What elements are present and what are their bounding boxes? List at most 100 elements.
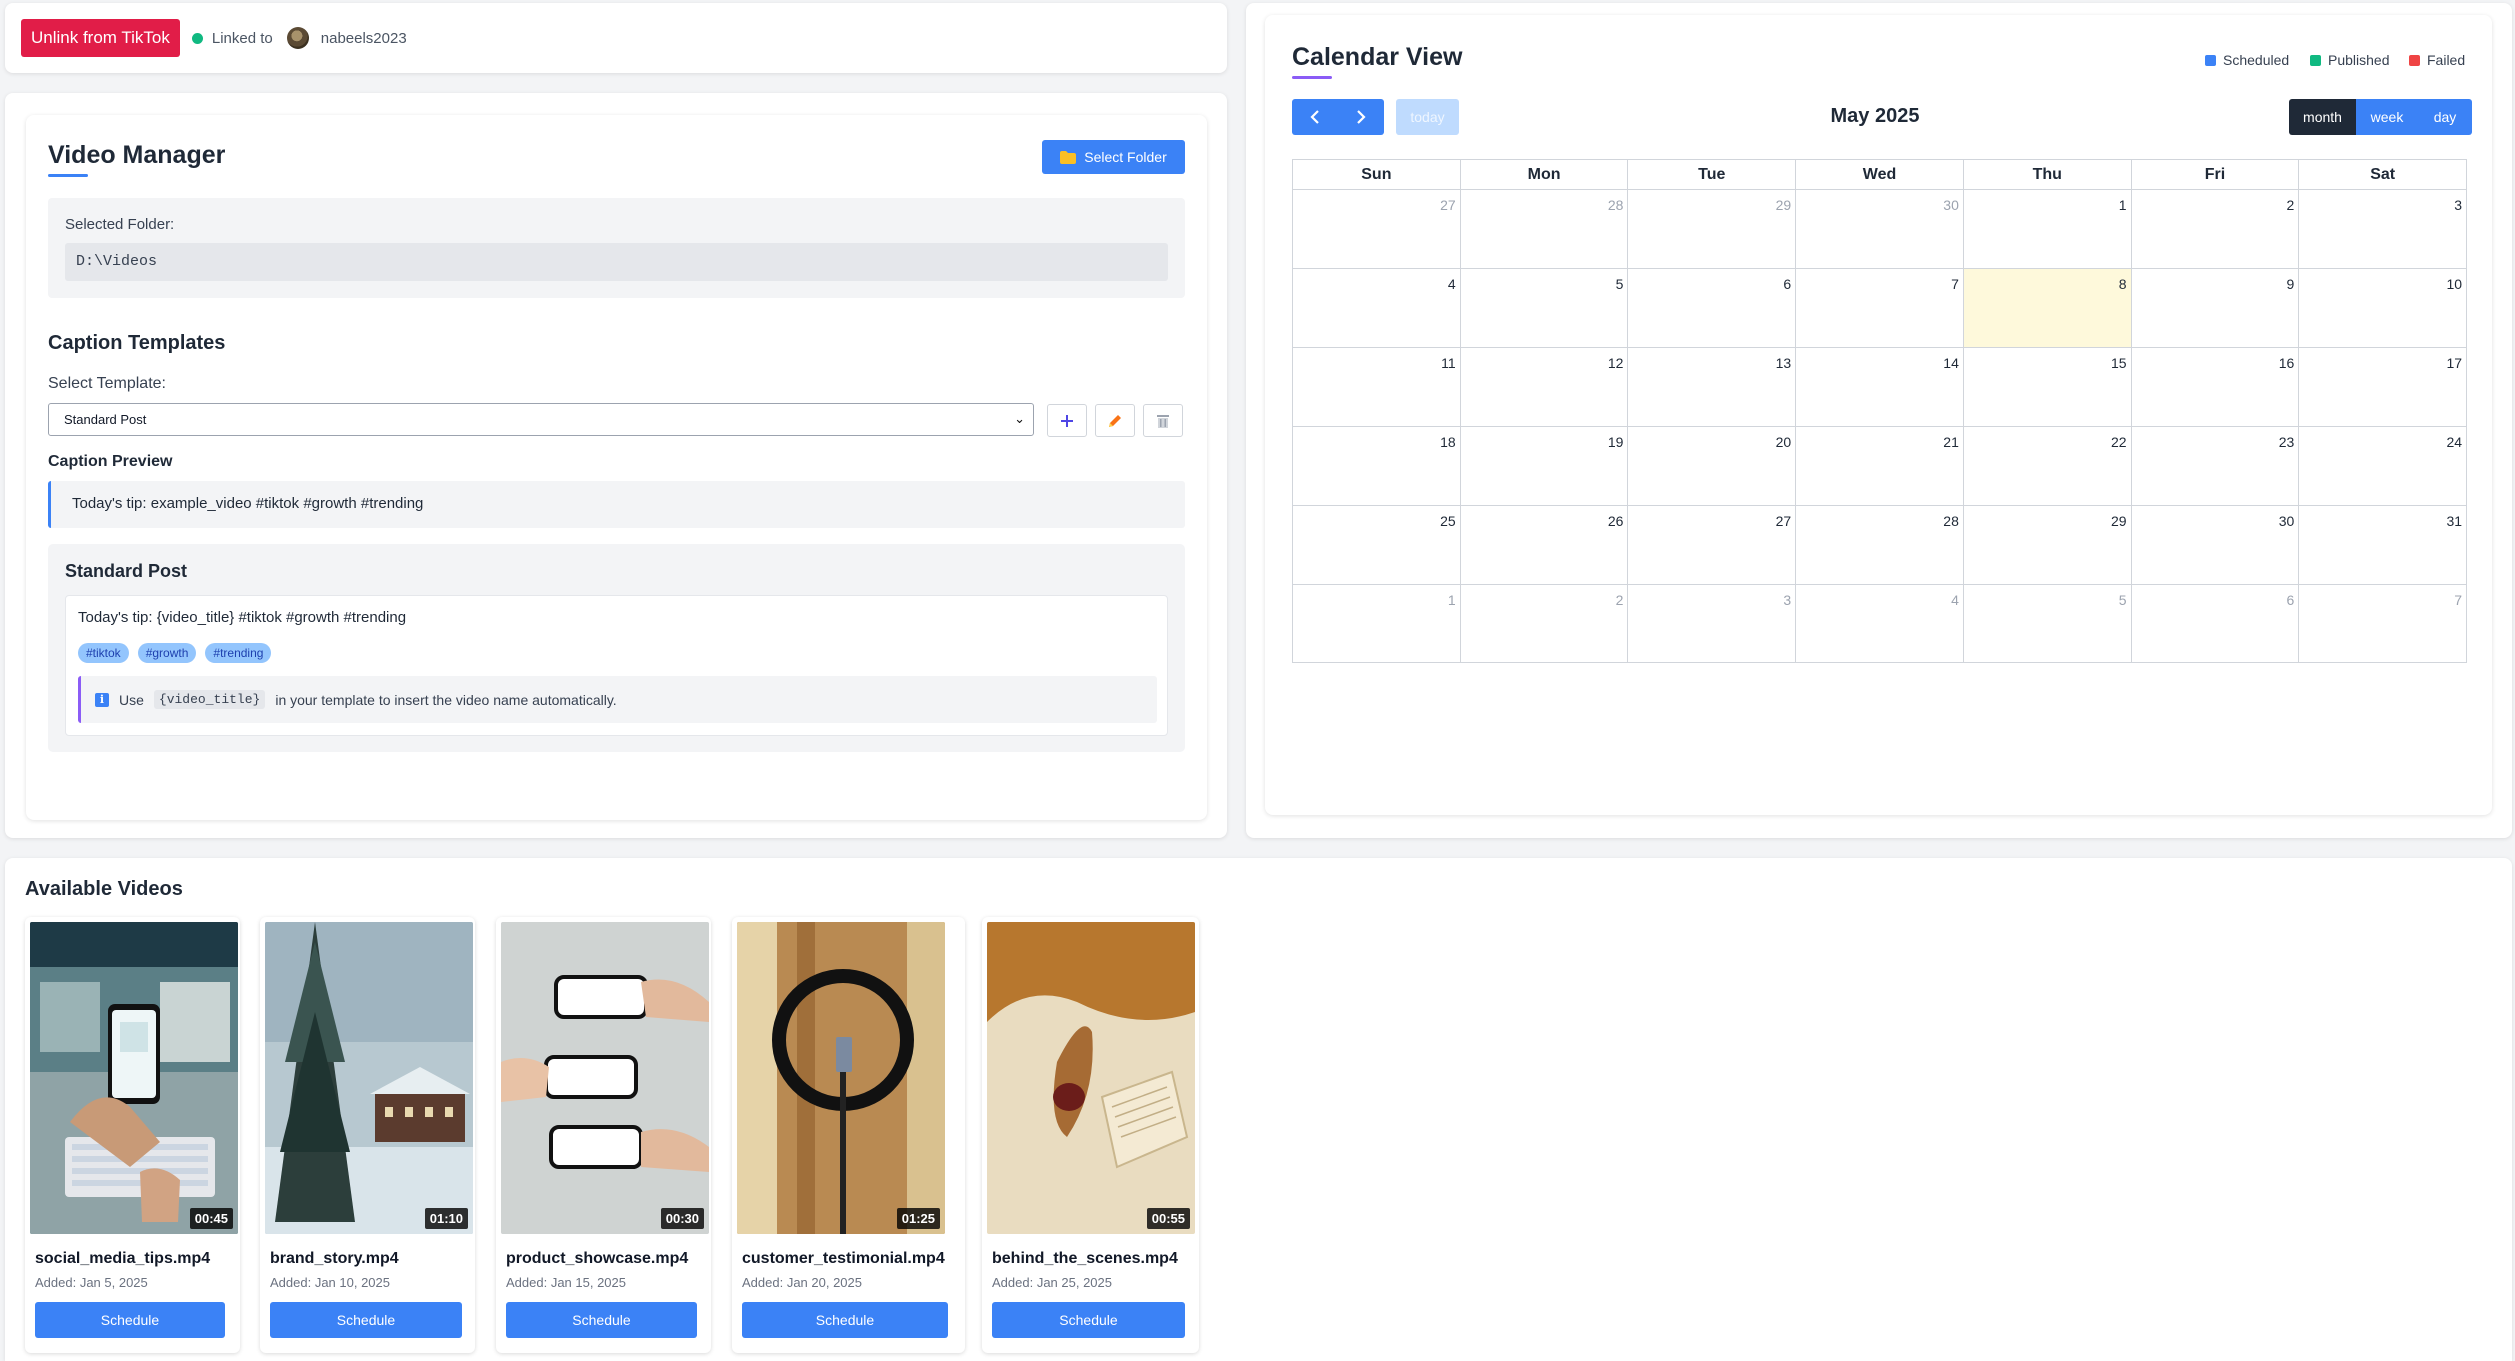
legend-scheduled: Scheduled	[2205, 52, 2289, 68]
calendar-day[interactable]: 29	[1627, 190, 1795, 268]
select-folder-button[interactable]: Select Folder	[1042, 140, 1185, 174]
video-card[interactable]: 00:45 social_media_tips.mp4 Added: Jan 5…	[25, 917, 240, 1353]
calendar-day[interactable]: 14	[1795, 348, 1963, 426]
calendar-day[interactable]: 7	[2298, 585, 2468, 662]
schedule-button[interactable]: Schedule	[992, 1302, 1185, 1338]
template-name: Standard Post	[65, 561, 188, 581]
day-number: 18	[1440, 434, 1456, 450]
calendar-day[interactable]: 1	[1962, 190, 2131, 268]
calendar-day[interactable]: 5	[1962, 585, 2131, 662]
day-number: 13	[1775, 355, 1792, 371]
calendar-title: Calendar View	[1292, 43, 1463, 71]
template-text: Today's tip: {video_title} #tiktok #grow…	[78, 609, 407, 626]
calendar-day[interactable]: 6	[1627, 269, 1795, 347]
calendar-day[interactable]: 12	[1459, 348, 1628, 426]
caption-preview-title: Caption Preview	[48, 453, 173, 470]
calendar-day[interactable]: 21	[1795, 427, 1963, 505]
calendar-day[interactable]: 1	[1292, 585, 1460, 662]
video-card[interactable]: 00:30 product_showcase.mp4 Added: Jan 15…	[496, 917, 711, 1353]
day-number: 7	[1951, 276, 1959, 292]
calendar-day[interactable]: 22	[1962, 427, 2131, 505]
day-number: 30	[2278, 513, 2295, 529]
schedule-button[interactable]: Schedule	[35, 1302, 225, 1338]
calendar-day[interactable]: 20	[1627, 427, 1795, 505]
calendar-day[interactable]: 29	[1962, 506, 2131, 584]
video-thumbnail: 00:45	[30, 922, 238, 1234]
hashtag-badge: #growth	[137, 643, 197, 663]
calendar-day[interactable]: 6	[2130, 585, 2299, 662]
calendar-day[interactable]: 25	[1292, 506, 1460, 584]
calendar-day[interactable]: 2	[1459, 585, 1628, 662]
video-name: behind_the_scenes.mp4	[992, 1250, 1178, 1267]
calendar-day[interactable]: 4	[1795, 585, 1963, 662]
calendar-day[interactable]: 27	[1627, 506, 1795, 584]
selected-folder-box: Selected Folder: D:\Videos	[48, 198, 1185, 298]
today-button[interactable]: today	[1396, 99, 1459, 135]
calendar-day[interactable]: 3	[1627, 585, 1795, 662]
schedule-button[interactable]: Schedule	[270, 1302, 462, 1338]
calendar-day[interactable]: 11	[1292, 348, 1460, 426]
template-select[interactable]: Standard Post ⌄	[48, 403, 1034, 436]
video-card[interactable]: 01:10 brand_story.mp4 Added: Jan 10, 202…	[260, 917, 475, 1353]
day-number: 19	[1607, 434, 1624, 450]
calendar-day[interactable]: 13	[1627, 348, 1795, 426]
calendar-day[interactable]: 2	[2130, 190, 2299, 268]
weekday-header-cell: Thu	[1962, 160, 2131, 189]
day-number: 30	[1943, 197, 1959, 213]
view-switcher: month week day	[2289, 99, 2472, 135]
day-number: 10	[2446, 276, 2463, 292]
unlink-tiktok-button[interactable]: Unlink from TikTok	[21, 19, 180, 57]
view-month-button[interactable]: month	[2289, 99, 2356, 135]
legend-label: Published	[2328, 52, 2390, 68]
title-underline	[48, 174, 88, 177]
calendar-day[interactable]: 24	[2298, 427, 2468, 505]
calendar-nav	[1292, 99, 1384, 135]
linked-label: Linked to	[211, 29, 273, 47]
calendar-day-today[interactable]: 8	[1962, 269, 2131, 347]
info-icon: i	[95, 692, 109, 707]
view-day-button[interactable]: day	[2418, 99, 2472, 135]
calendar-day[interactable]: 27	[1292, 190, 1460, 268]
calendar-day[interactable]: 16	[2130, 348, 2299, 426]
prev-month-button[interactable]	[1292, 99, 1338, 135]
day-number: 25	[1440, 513, 1456, 529]
calendar-day[interactable]: 28	[1795, 506, 1963, 584]
day-number: 17	[2446, 355, 2463, 371]
calendar-day[interactable]: 23	[2130, 427, 2299, 505]
calendar-day[interactable]: 4	[1292, 269, 1460, 347]
view-week-button[interactable]: week	[2356, 99, 2418, 135]
calendar-day[interactable]: 5	[1459, 269, 1628, 347]
calendar-day[interactable]: 17	[2298, 348, 2468, 426]
calendar-day[interactable]: 30	[2130, 506, 2299, 584]
day-number: 29	[2111, 513, 2127, 529]
calendar-day[interactable]: 3	[2298, 190, 2468, 268]
day-number: 2	[1615, 592, 1624, 608]
calendar-day[interactable]: 7	[1795, 269, 1963, 347]
calendar-day[interactable]: 19	[1459, 427, 1628, 505]
calendar-day[interactable]: 15	[1962, 348, 2131, 426]
add-template-button[interactable]	[1047, 404, 1087, 437]
calendar-day[interactable]: 10	[2298, 269, 2468, 347]
schedule-button[interactable]: Schedule	[742, 1302, 948, 1338]
username: nabeels2023	[320, 29, 407, 47]
video-card[interactable]: 01:25 customer_testimonial.mp4 Added: Ja…	[732, 917, 965, 1353]
calendar-day[interactable]: 9	[2130, 269, 2299, 347]
thumbnail-image	[501, 922, 709, 1234]
edit-template-button[interactable]	[1095, 404, 1135, 437]
schedule-button[interactable]: Schedule	[506, 1302, 697, 1338]
video-duration: 00:55	[1146, 1208, 1190, 1229]
chevron-left-icon	[1310, 110, 1319, 124]
calendar-day[interactable]: 31	[2298, 506, 2468, 584]
video-card[interactable]: 00:55 behind_the_scenes.mp4 Added: Jan 2…	[982, 917, 1199, 1353]
day-number: 31	[2446, 513, 2463, 529]
video-duration: 00:30	[660, 1208, 704, 1229]
calendar-day[interactable]: 28	[1459, 190, 1628, 268]
delete-template-button[interactable]	[1143, 404, 1183, 437]
template-tip: i Use {video_title} in your template to …	[78, 676, 1157, 723]
calendar-day[interactable]: 30	[1795, 190, 1963, 268]
next-month-button[interactable]	[1338, 99, 1384, 135]
calendar-day[interactable]: 26	[1459, 506, 1628, 584]
video-thumbnail: 01:25	[737, 922, 945, 1234]
calendar-day[interactable]: 18	[1292, 427, 1460, 505]
calendar-week-row: 4 5 6 7 8 9 10	[1292, 268, 2468, 347]
